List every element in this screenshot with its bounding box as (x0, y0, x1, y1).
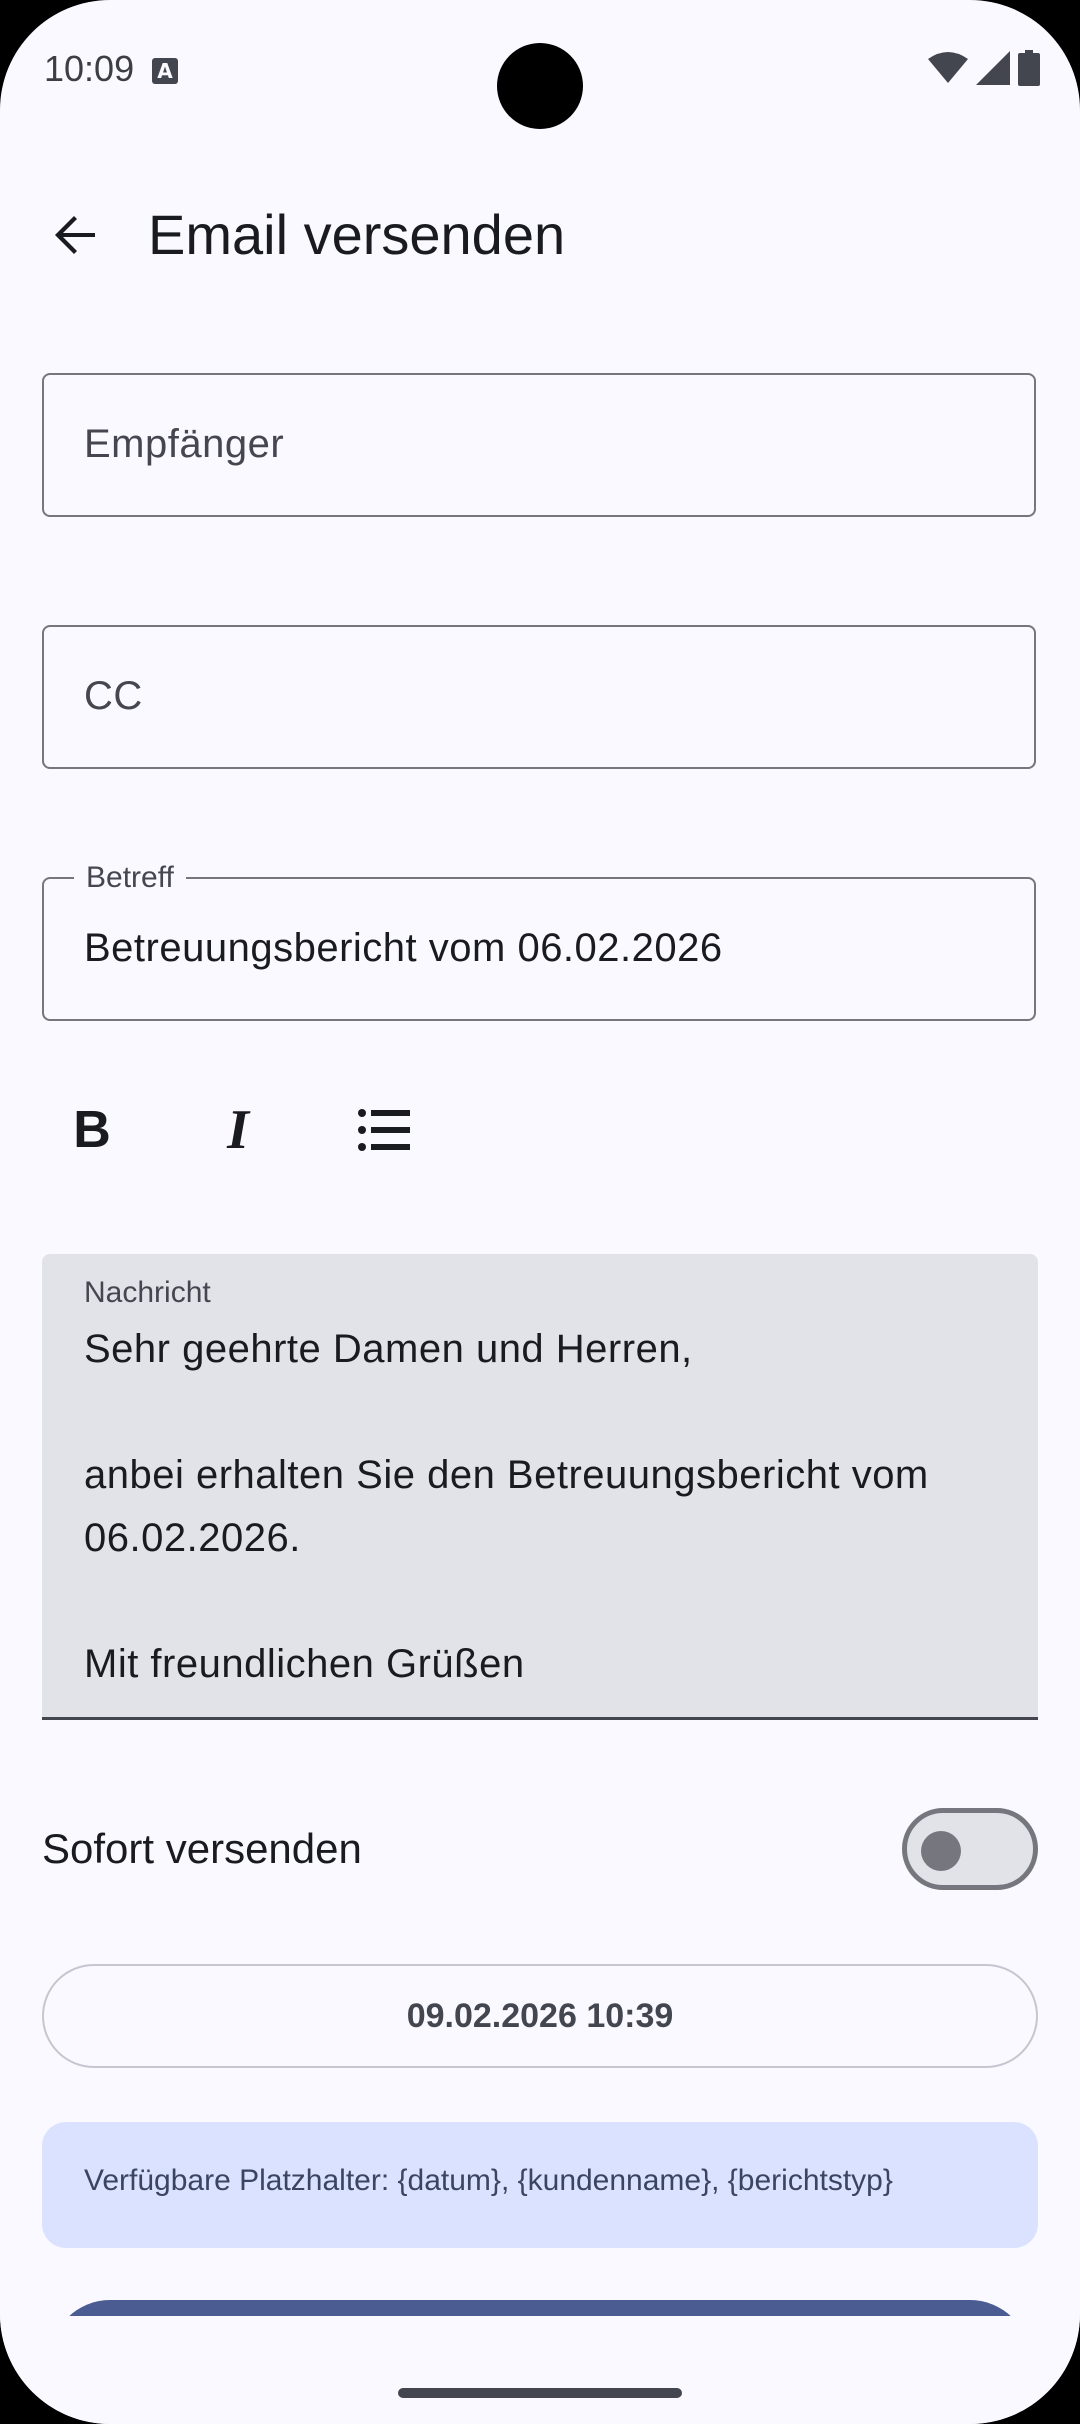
recipient-field[interactable] (42, 373, 1036, 517)
status-bar: 10:09 A (0, 0, 1080, 140)
signal-icon (976, 51, 1010, 85)
page-title: Email versenden (148, 203, 566, 266)
message-text[interactable]: Sehr geehrte Damen und Herren, anbei erh… (84, 1318, 1014, 1696)
subject-field[interactable]: Betreff (42, 861, 1036, 1021)
placeholder-info-card: Verfügbare Platzhalter: {datum}, {kunden… (42, 2122, 1038, 2248)
bulleted-list-button[interactable] (334, 1080, 434, 1180)
message-label: Nachricht (84, 1276, 211, 1309)
home-indicator[interactable] (398, 2388, 682, 2398)
switch-thumb (921, 1831, 961, 1871)
status-time: 10:09 (44, 48, 135, 89)
subject-input[interactable] (84, 879, 984, 1018)
send-now-switch[interactable] (902, 1808, 1038, 1890)
schedule-datetime-button[interactable]: 09.02.2026 10:39 (42, 1964, 1038, 2068)
camera-cutout (497, 43, 583, 129)
formatting-toolbar: B I (42, 1080, 480, 1180)
cc-field[interactable] (42, 625, 1036, 769)
message-field[interactable]: Nachricht Sehr geehrte Damen und Herren,… (42, 1254, 1038, 1720)
app-screen: 10:09 A Email versenden Empfänger CC Bet… (0, 0, 1080, 2424)
send-now-row: Sofort versenden (42, 1800, 1038, 1900)
status-icons (928, 50, 1040, 86)
cc-input[interactable] (84, 627, 984, 766)
arrow-left-icon (55, 216, 95, 254)
navigation-bar-area (0, 2316, 1080, 2424)
italic-icon: I (227, 1099, 249, 1161)
placeholder-info-text: Verfügbare Platzhalter: {datum}, {kunden… (84, 2164, 893, 2197)
back-button[interactable] (40, 200, 110, 270)
notification-a-icon: A (152, 58, 178, 84)
recipient-input[interactable] (84, 375, 984, 514)
bulleted-list-icon (358, 1109, 410, 1151)
bold-button[interactable]: B (42, 1080, 142, 1180)
bold-icon: B (73, 1101, 111, 1159)
wifi-icon (928, 52, 968, 83)
send-now-label: Sofort versenden (42, 1825, 362, 1872)
top-app-bar: Email versenden (0, 180, 1080, 290)
battery-icon (1018, 50, 1040, 86)
italic-button[interactable]: I (188, 1080, 288, 1180)
